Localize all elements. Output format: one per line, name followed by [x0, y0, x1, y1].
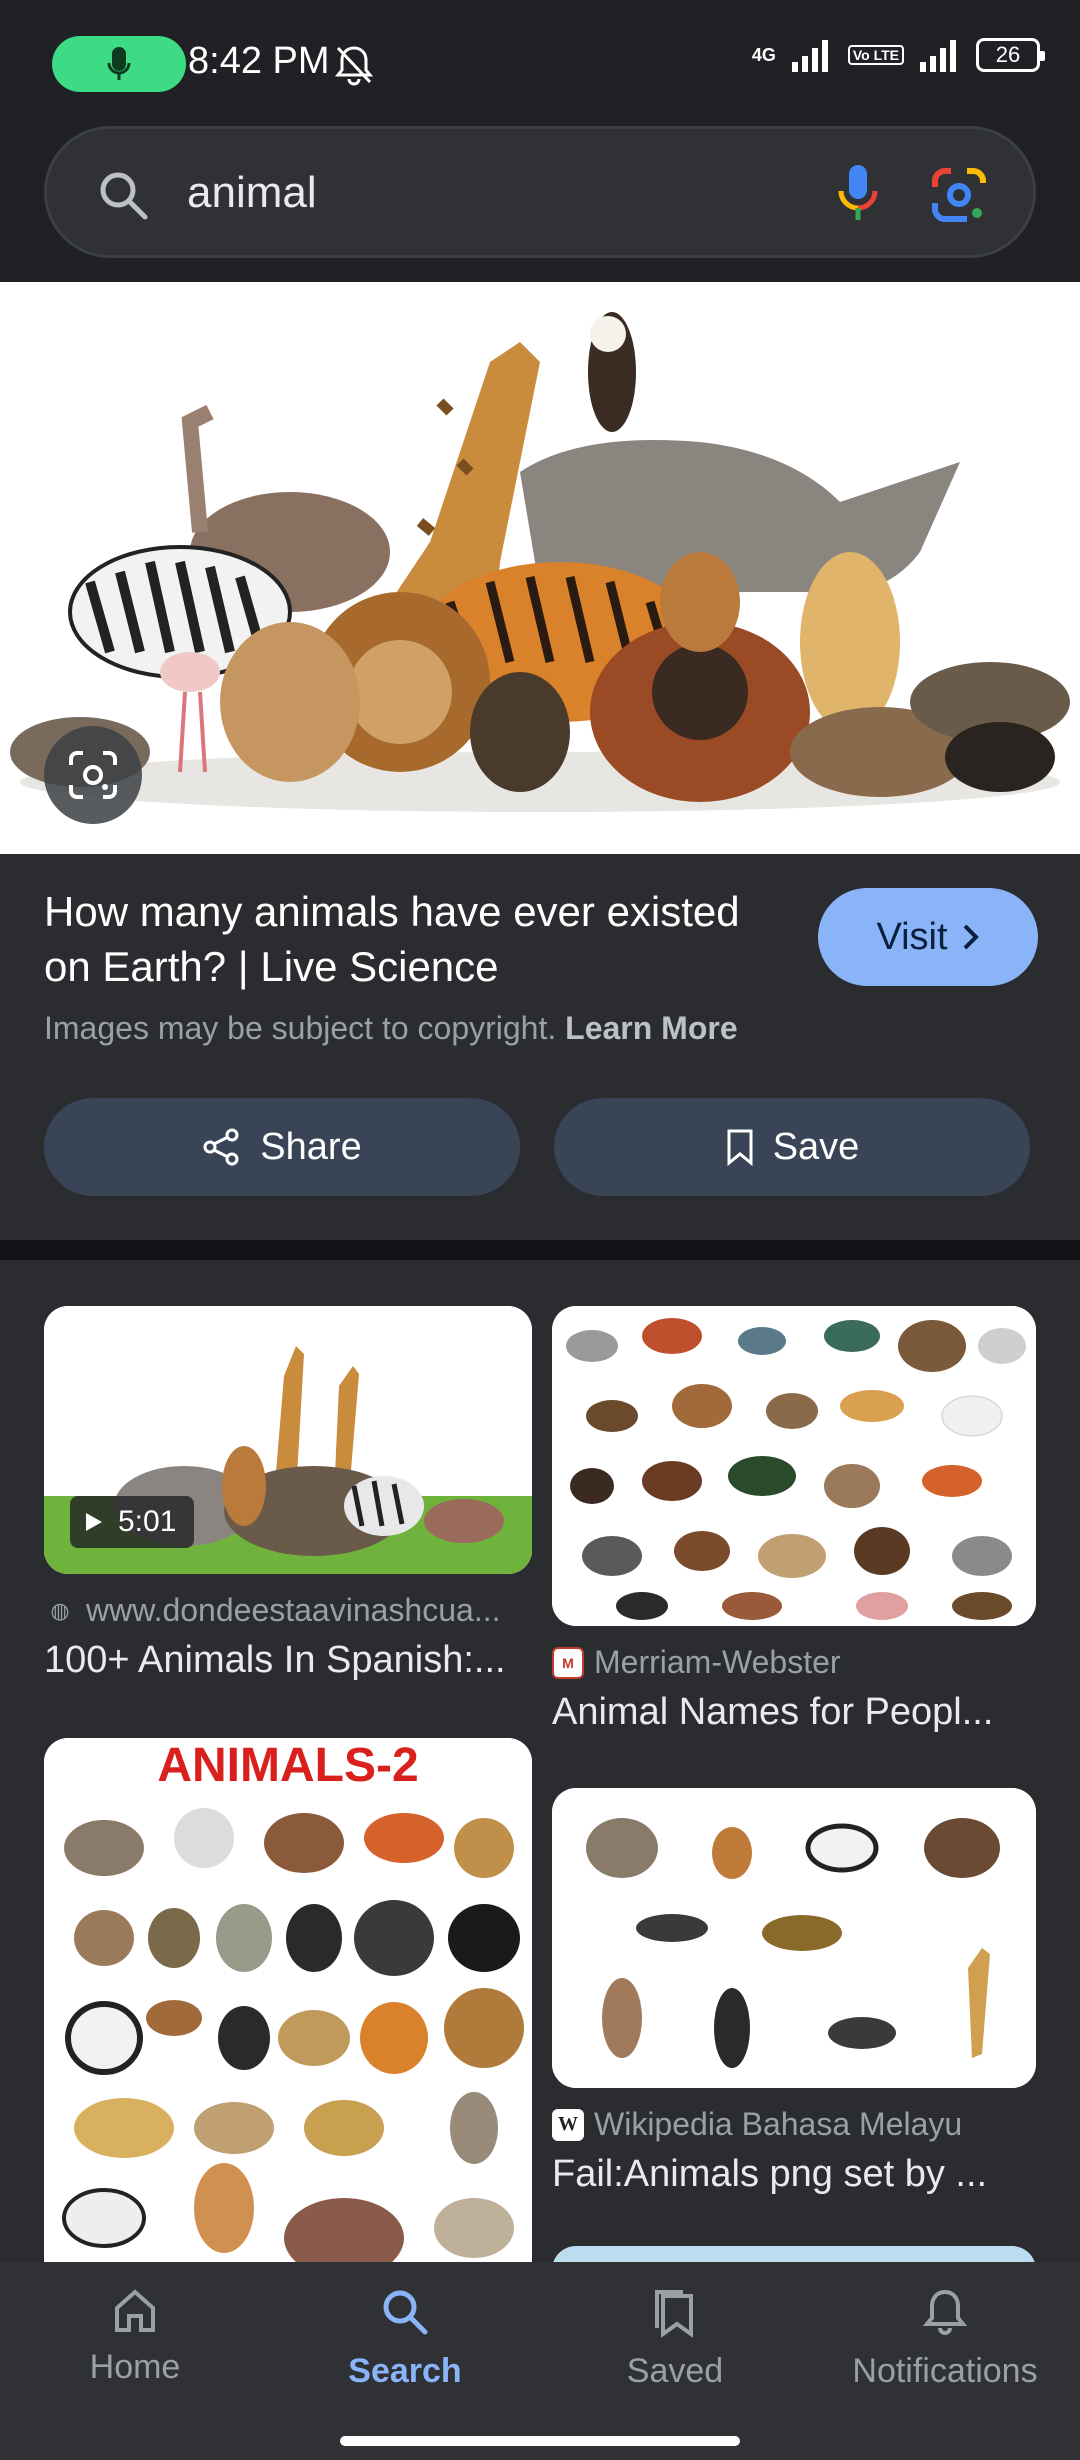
save-button[interactable]: Save — [554, 1098, 1030, 1196]
animals-collage-image — [0, 282, 1080, 854]
nav-saved[interactable]: Saved — [540, 2286, 810, 2391]
nav-search[interactable]: Search — [270, 2286, 540, 2391]
wikipedia-favicon-icon: W — [552, 2108, 584, 2141]
save-label: Save — [772, 1125, 860, 1168]
result-image[interactable] — [0, 282, 1080, 854]
image-thumbnail[interactable]: ANIMALS-2 — [44, 1738, 532, 2262]
poster-title: ANIMALS-2 — [157, 1739, 419, 1792]
home-icon — [115, 2289, 155, 2332]
lens-scan-icon — [69, 751, 117, 799]
search-input[interactable] — [187, 157, 807, 229]
home-indicator[interactable] — [340, 2436, 740, 2446]
related-card[interactable]: ANIMALS-2 — [44, 1738, 532, 2262]
signal-icon — [791, 40, 828, 72]
battery-level: 26 — [995, 42, 1021, 67]
bookmark-icon — [727, 1129, 753, 1166]
visit-button[interactable]: Visit — [818, 888, 1038, 986]
merriam-webster-favicon-icon: M — [552, 1646, 584, 1679]
search-icon — [100, 172, 148, 220]
card-title[interactable]: 100+ Animals In Spanish:... — [44, 1639, 532, 1682]
mic-active-indicator[interactable] — [52, 36, 186, 92]
bottom-navigation: Home Search Saved Notifications — [0, 2262, 1080, 2460]
google-lens-icon[interactable] — [929, 165, 989, 225]
card-source: ◍ www.dondeestaavinashcua... — [44, 1592, 532, 1629]
nav-notifications[interactable]: Notifications — [810, 2286, 1080, 2391]
search-icon — [383, 2290, 428, 2335]
related-card[interactable]: W Wikipedia Bahasa Melayu Fail:Animals p… — [552, 1788, 1036, 2196]
duration-text: 5:01 — [118, 1505, 177, 1538]
animals-poster-image — [44, 1738, 532, 2262]
video-thumbnail[interactable]: 5:01 — [44, 1306, 532, 1574]
related-results-grid: 5:01 ◍ www.dondeestaavinashcua... 100+ A… — [0, 1260, 1080, 2262]
image-thumbnail[interactable] — [552, 1788, 1036, 2088]
volte-badge: Vo LTE — [847, 45, 904, 65]
learn-more-link[interactable]: Learn More — [565, 1010, 737, 1046]
network-type: 4G — [751, 45, 776, 65]
share-button[interactable]: Share — [44, 1098, 520, 1196]
status-right: 4G Vo LTE 26 — [751, 38, 1045, 72]
nav-notifications-label: Notifications — [852, 2352, 1038, 2390]
source-name: Merriam-Webster — [594, 1644, 841, 1680]
microphone-icon — [107, 47, 131, 80]
card-title[interactable]: Animal Names for Peopl... — [552, 1691, 1036, 1734]
image-thumbnail[interactable] — [552, 2246, 1036, 2262]
play-icon — [86, 1513, 102, 1531]
visit-label: Visit — [876, 915, 948, 958]
signal-icon-2 — [920, 40, 956, 72]
copyright-notice: Images may be subject to copyright. Lear… — [44, 1010, 738, 1047]
source-name: www.dondeestaavinashcua... — [86, 1592, 501, 1628]
nav-search-label: Search — [348, 2352, 462, 2390]
animals-png-set-image — [552, 1788, 1036, 2088]
share-label: Share — [260, 1125, 362, 1168]
section-divider — [0, 1240, 1080, 1260]
result-info-panel: How many animals have ever existed on Ea… — [0, 854, 1080, 1240]
video-duration-badge: 5:01 — [70, 1496, 195, 1548]
animals-grid-image — [552, 1306, 1036, 1626]
card-source: M Merriam-Webster — [552, 1644, 1036, 1681]
saved-collections-icon — [655, 2290, 693, 2338]
source-name: Wikipedia Bahasa Melayu — [594, 2106, 963, 2142]
copyright-text: Images may be subject to copyright. — [44, 1010, 557, 1046]
nav-home-label: Home — [89, 2348, 181, 2386]
related-card[interactable] — [552, 2246, 1036, 2262]
nav-home[interactable]: Home — [0, 2286, 270, 2387]
related-card[interactable]: 5:01 ◍ www.dondeestaavinashcua... 100+ A… — [44, 1306, 532, 1682]
lens-search-image-button[interactable] — [44, 726, 142, 824]
bell-icon — [922, 2289, 968, 2335]
status-bar: 8:42 PM 4G Vo LTE 26 — [0, 0, 1080, 130]
image-thumbnail[interactable] — [552, 1306, 1036, 1626]
status-time: 8:42 PM — [188, 40, 330, 82]
related-card[interactable]: M Merriam-Webster Animal Names for Peopl… — [552, 1306, 1036, 1734]
card-source: W Wikipedia Bahasa Melayu — [552, 2106, 1036, 2143]
globe-icon: ◍ — [50, 1597, 70, 1623]
bell-off-icon — [334, 46, 374, 86]
share-icon — [203, 1128, 239, 1166]
nav-saved-label: Saved — [626, 2352, 724, 2390]
voice-search-icon[interactable] — [837, 163, 879, 225]
result-title[interactable]: How many animals have ever existed on Ea… — [44, 884, 764, 994]
search-bar[interactable] — [44, 126, 1036, 258]
card-title[interactable]: Fail:Animals png set by ... — [552, 2153, 1036, 2196]
battery-icon: 26 — [976, 38, 1045, 72]
chevron-right-icon — [963, 924, 979, 950]
